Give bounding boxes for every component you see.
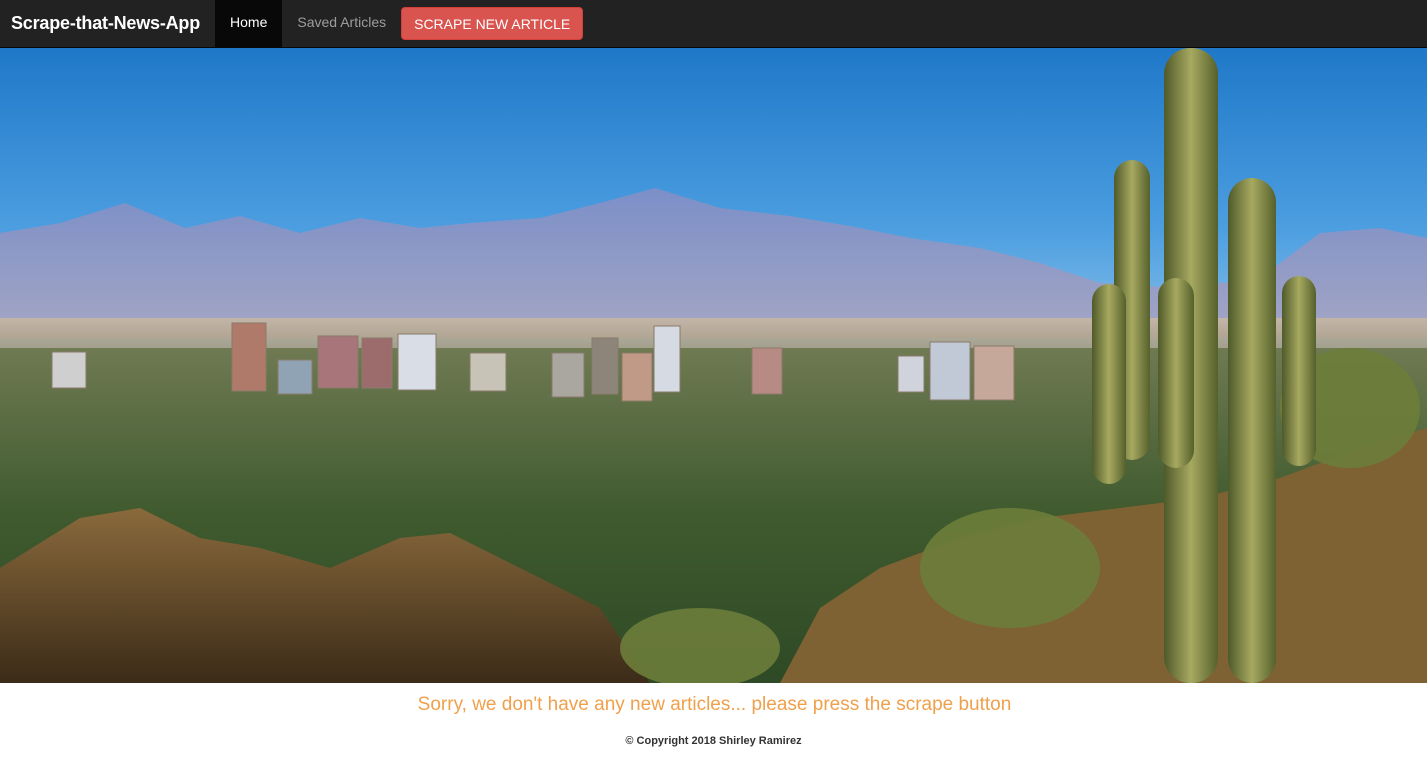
brand-link[interactable]: Scrape-that-News-App (0, 0, 215, 47)
nav-home-link[interactable]: Home (215, 0, 283, 47)
footer-copyright: © Copyright 2018 Shirley Ramirez (625, 735, 802, 747)
hero-image (0, 48, 1427, 683)
empty-articles-message-text: Sorry, we don't have any new articles...… (417, 694, 1012, 715)
navbar: Scrape-that-News-App Home Saved Articles… (0, 0, 1427, 48)
empty-articles-message: Sorry, we don't have any new articles...… (0, 694, 1427, 716)
scrape-new-article-button[interactable]: SCRAPE NEW ARTICLE (401, 7, 584, 40)
nav-saved-articles-link[interactable]: Saved Articles (282, 0, 401, 47)
